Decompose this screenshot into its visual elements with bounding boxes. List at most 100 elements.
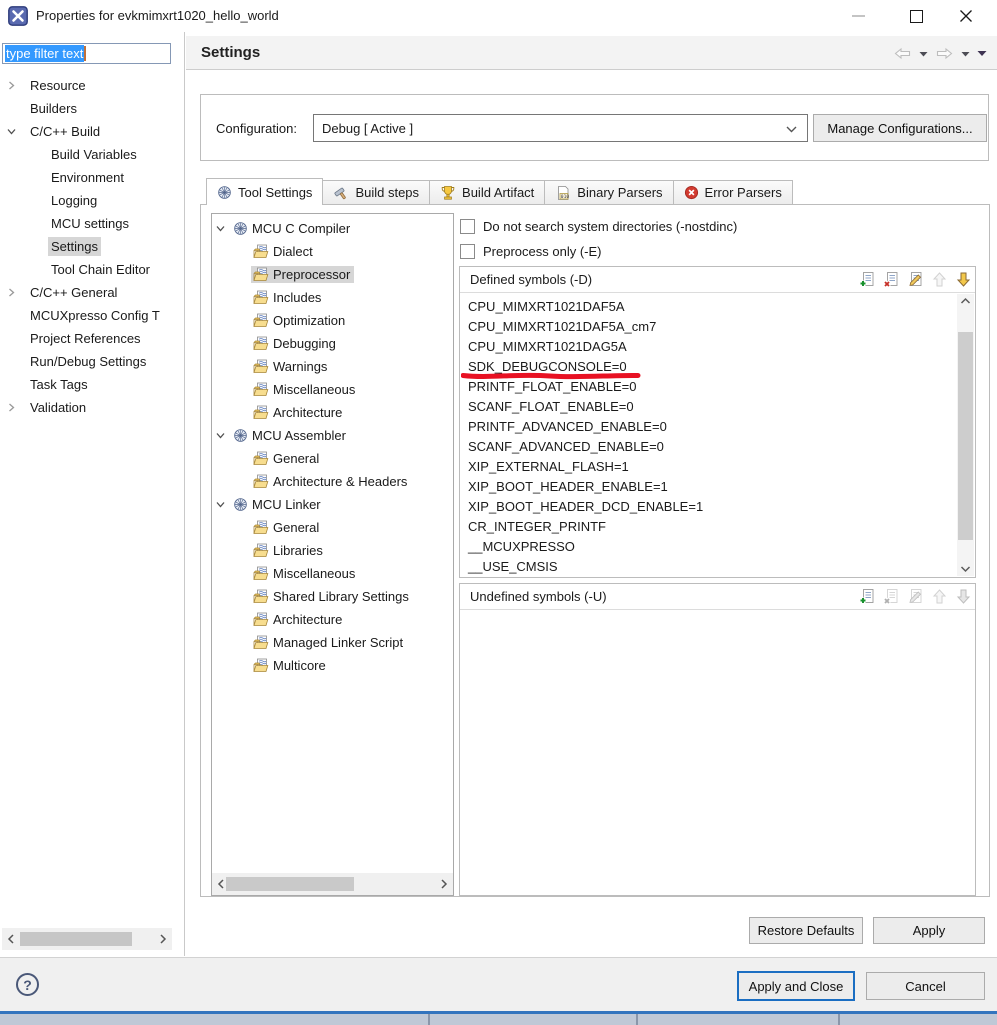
nav-back-dropdown-icon[interactable] — [919, 51, 928, 57]
defined-symbol-item[interactable]: PRINTF_ADVANCED_ENABLE=0 — [461, 417, 957, 437]
checkbox-icon[interactable] — [460, 244, 475, 259]
sidebar-item-label: Logging — [48, 191, 100, 210]
defined-symbol-item[interactable]: SCANF_FLOAT_ENABLE=0 — [461, 397, 957, 417]
sidebar-item-settings[interactable]: Settings — [0, 235, 185, 258]
checkbox-nostdinc[interactable]: Do not search system directories (-nostd… — [460, 217, 737, 235]
tool-tree-item-general[interactable]: General — [212, 516, 453, 539]
sidebar-item-c-c-build[interactable]: C/C++ Build — [0, 120, 185, 143]
minimize-button[interactable] — [841, 0, 875, 32]
tool-tree-item-miscellaneous[interactable]: Miscellaneous — [212, 378, 453, 401]
tool-tree-item-architecture[interactable]: Architecture — [212, 401, 453, 424]
maximize-button[interactable] — [899, 0, 933, 32]
defined-symbol-item[interactable]: __MCUXPRESSO — [461, 537, 957, 557]
tool-tree-item-optimization[interactable]: Optimization — [212, 309, 453, 332]
sidebar-item-task-tags[interactable]: Task Tags — [0, 373, 185, 396]
undefined-symbols-list[interactable] — [461, 611, 957, 894]
nav-forward-button[interactable] — [935, 46, 954, 61]
manage-configurations-button[interactable]: Manage Configurations... — [813, 114, 987, 142]
tool-tree-item-debugging[interactable]: Debugging — [212, 332, 453, 355]
tab-build-steps[interactable]: Build steps — [322, 180, 430, 205]
sidebar-hscrollbar[interactable] — [2, 928, 172, 950]
tool-tree-item-mcu-c-compiler[interactable]: MCU C Compiler — [212, 217, 453, 240]
scroll-right-icon[interactable] — [437, 877, 451, 891]
defined-symbol-item[interactable]: CPU_MIMXRT1021DAF5A — [461, 297, 957, 317]
tool-tree-item-mcu-linker[interactable]: MCU Linker — [212, 493, 453, 516]
sidebar-item-builders[interactable]: Builders — [0, 97, 185, 120]
tool-tree-item-preprocessor[interactable]: Preprocessor — [212, 263, 453, 286]
tool-tree-item-architecture[interactable]: Architecture — [212, 608, 453, 631]
tool-tree-item-mcu-assembler[interactable]: MCU Assembler — [212, 424, 453, 447]
tool-tree-item-dialect[interactable]: Dialect — [212, 240, 453, 263]
chevron-collapsed-icon[interactable] — [7, 403, 27, 412]
defined-edit-symbol-button-icon[interactable] — [907, 271, 924, 288]
tab-binary-parsers[interactable]: 010Binary Parsers — [544, 180, 673, 205]
sidebar-item-validation[interactable]: Validation — [0, 396, 185, 419]
scrollbar-thumb[interactable] — [226, 877, 354, 891]
defined-symbol-item[interactable]: PRINTF_FLOAT_ENABLE=0 — [461, 377, 957, 397]
checkbox-icon[interactable] — [460, 219, 475, 234]
defined-symbol-item[interactable]: XIP_BOOT_HEADER_ENABLE=1 — [461, 477, 957, 497]
scroll-down-icon[interactable] — [957, 565, 974, 573]
tool-tree-hscrollbar[interactable] — [212, 873, 453, 895]
sidebar-item-environment[interactable]: Environment — [0, 166, 185, 189]
nav-forward-dropdown-icon[interactable] — [961, 51, 970, 57]
tool-tree-item-multicore[interactable]: Multicore — [212, 654, 453, 677]
defined-move-down-button-icon[interactable] — [955, 271, 972, 288]
defined-symbol-item[interactable]: SCANF_ADVANCED_ENABLE=0 — [461, 437, 957, 457]
tool-tree-item-general[interactable]: General — [212, 447, 453, 470]
defined-symbol-item[interactable]: CPU_MIMXRT1021DAF5A_cm7 — [461, 317, 957, 337]
defined-delete-symbol-button-icon[interactable] — [883, 271, 900, 288]
nav-back-button[interactable] — [893, 46, 912, 61]
scroll-left-icon[interactable] — [4, 932, 18, 946]
tool-tree-item-architecture-headers[interactable]: Architecture & Headers — [212, 470, 453, 493]
cancel-button[interactable]: Cancel — [866, 972, 985, 1000]
apply-and-close-button[interactable]: Apply and Close — [737, 971, 855, 1001]
chevron-collapsed-icon[interactable] — [7, 81, 27, 90]
view-menu-dropdown-icon[interactable] — [977, 50, 987, 57]
tool-tree-item-shared-library-settings[interactable]: Shared Library Settings — [212, 585, 453, 608]
defined-add-symbol-button-icon[interactable] — [859, 271, 876, 288]
filter-input[interactable]: type filter text — [2, 43, 171, 64]
defined-symbols-list[interactable]: CPU_MIMXRT1021DAF5ACPU_MIMXRT1021DAF5A_c… — [461, 294, 957, 576]
sidebar-item-build-variables[interactable]: Build Variables — [0, 143, 185, 166]
checkbox-preprocess-only[interactable]: Preprocess only (-E) — [460, 242, 601, 260]
chevron-collapsed-icon[interactable] — [7, 288, 27, 297]
tool-tree-item-libraries[interactable]: Libraries — [212, 539, 453, 562]
tab-error-parsers[interactable]: Error Parsers — [673, 180, 793, 205]
defined-symbols-scrollbar[interactable] — [957, 294, 974, 576]
scrollbar-thumb[interactable] — [958, 332, 973, 540]
sidebar-item-run-debug-settings[interactable]: Run/Debug Settings — [0, 350, 185, 373]
configuration-select[interactable]: Debug [ Active ] — [313, 114, 808, 142]
scroll-up-icon[interactable] — [957, 297, 974, 305]
chevron-expanded-icon[interactable] — [7, 127, 27, 136]
tool-tree-item-managed-linker-script[interactable]: Managed Linker Script — [212, 631, 453, 654]
defined-symbol-item[interactable]: XIP_EXTERNAL_FLASH=1 — [461, 457, 957, 477]
apply-button[interactable]: Apply — [873, 917, 985, 944]
sidebar-item-project-references[interactable]: Project References — [0, 327, 185, 350]
sidebar-item-mcuxpresso-config-t[interactable]: MCUXpresso Config T — [0, 304, 185, 327]
tool-tree-item-warnings[interactable]: Warnings — [212, 355, 453, 378]
tab-tool-settings[interactable]: Tool Settings — [206, 178, 323, 205]
defined-symbol-item[interactable]: __USE_CMSIS — [461, 557, 957, 576]
tool-tree-item-miscellaneous[interactable]: Miscellaneous — [212, 562, 453, 585]
help-button[interactable]: ? — [16, 973, 39, 996]
defined-symbol-item[interactable]: SDK_DEBUGCONSOLE=0 — [461, 357, 957, 377]
undefined-add-symbol-button-icon[interactable] — [859, 588, 876, 605]
sidebar-item-resource[interactable]: Resource — [0, 74, 185, 97]
sidebar-item-logging[interactable]: Logging — [0, 189, 185, 212]
defined-symbol-item[interactable]: CPU_MIMXRT1021DAG5A — [461, 337, 957, 357]
sidebar-item-mcu-settings[interactable]: MCU settings — [0, 212, 185, 235]
tab-build-artifact[interactable]: Build Artifact — [429, 180, 545, 205]
defined-symbol-item[interactable]: CR_INTEGER_PRINTF — [461, 517, 957, 537]
scroll-right-icon[interactable] — [156, 932, 170, 946]
scrollbar-thumb[interactable] — [20, 932, 132, 946]
chevron-expanded-icon[interactable] — [216, 500, 231, 509]
sidebar-item-c-c-general[interactable]: C/C++ General — [0, 281, 185, 304]
defined-symbol-item[interactable]: XIP_BOOT_HEADER_DCD_ENABLE=1 — [461, 497, 957, 517]
tool-tree-item-includes[interactable]: Includes — [212, 286, 453, 309]
chevron-expanded-icon[interactable] — [216, 431, 231, 440]
close-button[interactable] — [949, 0, 983, 32]
chevron-expanded-icon[interactable] — [216, 224, 231, 233]
sidebar-item-tool-chain-editor[interactable]: Tool Chain Editor — [0, 258, 185, 281]
restore-defaults-button[interactable]: Restore Defaults — [749, 917, 863, 944]
